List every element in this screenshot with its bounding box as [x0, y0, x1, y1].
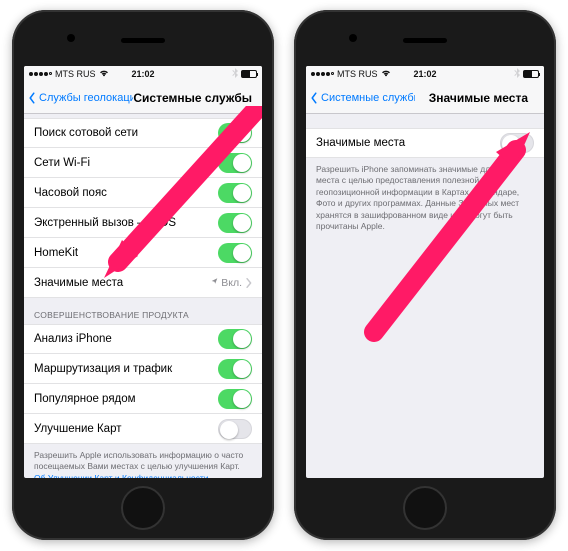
footer-note: Разрешить iPhone запоминать значимые для…: [306, 158, 544, 237]
phone-left: MTS RUS 21:02 Службы геолокации Системны…: [12, 10, 274, 540]
signal-icon: [311, 72, 334, 76]
toggle[interactable]: [218, 213, 252, 233]
row-label: Сети Wi-Fi: [34, 157, 90, 169]
row-label: Популярное рядом: [34, 393, 136, 405]
bluetooth-icon: [514, 68, 520, 80]
wifi-icon: [381, 69, 391, 79]
row-label: Маршрутизация и трафик: [34, 363, 172, 375]
nav-back-label: Системные службы: [321, 92, 415, 104]
toggle[interactable]: [500, 133, 534, 153]
row-significant-locations[interactable]: Значимые места: [306, 128, 544, 158]
footer-note: Разрешить Apple использовать информацию …: [24, 444, 262, 478]
chevron-left-icon: [26, 92, 38, 104]
row-improve-maps[interactable]: Улучшение Карт: [24, 414, 262, 444]
row-label: Часовой пояс: [34, 187, 107, 199]
row-wifi-networks[interactable]: Сети Wi-Fi: [24, 148, 262, 178]
row-label: Поиск сотовой сети: [34, 127, 138, 139]
settings-list[interactable]: Значимые места Разрешить iPhone запомина…: [306, 114, 544, 478]
group-header: СОВЕРШЕНСТВОВАНИЕ ПРОДУКТА: [24, 298, 262, 324]
row-cell-search[interactable]: Поиск сотовой сети: [24, 118, 262, 148]
battery-icon: [241, 70, 257, 78]
row-label: Улучшение Карт: [34, 423, 121, 435]
toggle[interactable]: [218, 329, 252, 349]
row-label: Значимые места: [316, 137, 405, 149]
toggle[interactable]: [218, 359, 252, 379]
clock: 21:02: [413, 69, 436, 79]
home-button[interactable]: [121, 486, 165, 530]
row-significant-locations[interactable]: Значимые места Вкл.: [24, 268, 262, 298]
footer-text: Разрешить Apple использовать информацию …: [34, 450, 243, 471]
row-value: Вкл.: [221, 277, 242, 289]
toggle[interactable]: [218, 123, 252, 143]
settings-list[interactable]: Поиск сотовой сети Сети Wi-Fi Часовой по…: [24, 114, 262, 478]
nav-bar: Службы геолокации Системные службы: [24, 82, 262, 114]
signal-icon: [29, 72, 52, 76]
toggle[interactable]: [218, 389, 252, 409]
chevron-left-icon: [308, 92, 320, 104]
wifi-icon: [99, 69, 109, 79]
row-routing-traffic[interactable]: Маршрутизация и трафик: [24, 354, 262, 384]
nav-bar: Системные службы Значимые места: [306, 82, 544, 114]
phone-camera: [67, 34, 75, 42]
row-timezone[interactable]: Часовой пояс: [24, 178, 262, 208]
row-iphone-analytics[interactable]: Анализ iPhone: [24, 324, 262, 354]
row-label: Экстренный вызов — SOS: [34, 217, 176, 229]
toggle[interactable]: [218, 153, 252, 173]
toggle[interactable]: [218, 183, 252, 203]
toggle[interactable]: [218, 419, 252, 439]
row-popular-nearby[interactable]: Популярное рядом: [24, 384, 262, 414]
disclosure: Вкл.: [211, 276, 252, 289]
phone-speaker: [121, 38, 165, 43]
status-bar: MTS RUS 21:02: [306, 66, 544, 82]
row-label: HomeKit: [34, 247, 78, 259]
carrier-label: MTS RUS: [337, 69, 378, 79]
screen-right: MTS RUS 21:02 Системные службы Значимые …: [306, 66, 544, 478]
status-bar: MTS RUS 21:02: [24, 66, 262, 82]
nav-back[interactable]: Службы геолокации: [24, 92, 133, 104]
nav-back[interactable]: Системные службы: [306, 92, 415, 104]
row-label: Анализ iPhone: [34, 333, 112, 345]
row-label: Значимые места: [34, 277, 123, 289]
nav-back-label: Службы геолокации: [39, 92, 133, 104]
home-button[interactable]: [403, 486, 447, 530]
row-homekit[interactable]: HomeKit: [24, 238, 262, 268]
bluetooth-icon: [232, 68, 238, 80]
screen-left: MTS RUS 21:02 Службы геолокации Системны…: [24, 66, 262, 478]
location-arrow-icon: [211, 276, 218, 289]
row-emergency-sos[interactable]: Экстренный вызов — SOS: [24, 208, 262, 238]
toggle[interactable]: [218, 243, 252, 263]
carrier-label: MTS RUS: [55, 69, 96, 79]
chevron-right-icon: [245, 278, 252, 288]
clock: 21:02: [131, 69, 154, 79]
phone-speaker: [403, 38, 447, 43]
footer-link[interactable]: Об Улучшении Карт и Конфиденциальности…: [34, 473, 217, 478]
phone-right: MTS RUS 21:02 Системные службы Значимые …: [294, 10, 556, 540]
phone-camera: [349, 34, 357, 42]
battery-icon: [523, 70, 539, 78]
